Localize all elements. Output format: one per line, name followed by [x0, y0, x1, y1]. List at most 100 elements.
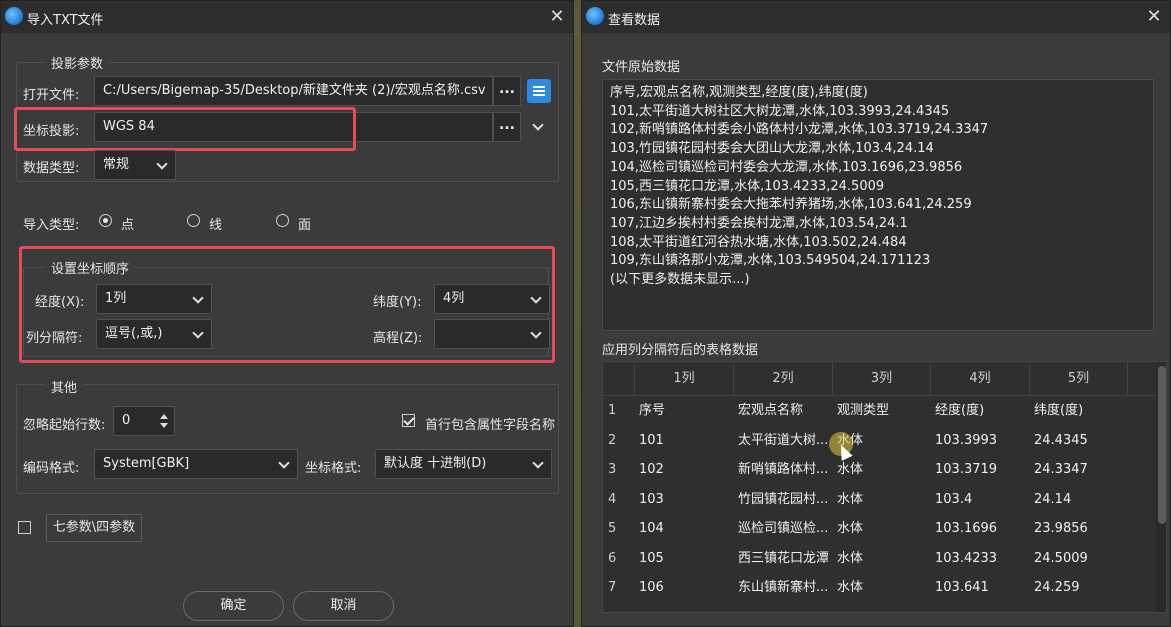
- table-column-header[interactable]: 3列: [833, 362, 931, 396]
- table-cell[interactable]: 103.3719: [931, 455, 1030, 484]
- raw-data-textbox[interactable]: 序号,宏观点名称,观测类型,经度(度),纬度(度) 101,太平街道大树社区大树龙…: [602, 79, 1154, 331]
- import-dialog-title: 导入TXT文件: [27, 13, 104, 28]
- table-cell[interactable]: 103.3993: [931, 426, 1030, 455]
- table-cell[interactable]: 24.4345: [1030, 426, 1128, 455]
- table-cell[interactable]: 24.3347: [1030, 455, 1128, 484]
- import-type-line-radio[interactable]: [187, 214, 200, 227]
- table-cell[interactable]: 东山镇新寨村...: [734, 573, 833, 602]
- raw-data-line: 102,新哨镇路体村委会小路体村小龙潭,水体,103.3719,24.3347: [610, 122, 989, 138]
- header-row-label: 首行包含属性字段名称: [425, 418, 556, 433]
- table-cell[interactable]: 103.4: [931, 485, 1030, 514]
- table-cell[interactable]: 纬度(度): [1030, 396, 1128, 425]
- table-cell[interactable]: 巡检司镇巡检...: [734, 514, 833, 543]
- separator-select[interactable]: 逗号(,或,): [96, 319, 212, 349]
- table-cell[interactable]: 104: [635, 514, 734, 543]
- close-icon[interactable]: ✕: [1144, 7, 1164, 27]
- raw-data-line: 105,西三镇花口龙潭,水体,103.4233,24.5009: [610, 178, 885, 194]
- raw-data-line: 101,太平街道大树社区大树龙潭,水体,103.3993,24.4345: [610, 103, 950, 119]
- table-scrollbar-thumb[interactable]: [1158, 366, 1166, 524]
- table-cell[interactable]: 103.4233: [931, 544, 1030, 573]
- table-cell[interactable]: 宏观点名称: [734, 396, 833, 425]
- spin-up-icon[interactable]: [160, 414, 168, 419]
- table-row-number[interactable]: 3: [603, 455, 635, 484]
- skip-rows-value: 0: [122, 413, 131, 428]
- table-row-number[interactable]: 7: [603, 573, 635, 602]
- app-logo-icon: [5, 7, 23, 25]
- ok-button[interactable]: 确定: [183, 591, 284, 621]
- table-cell[interactable]: 103.641: [931, 573, 1030, 602]
- table-cell[interactable]: 101: [635, 426, 734, 455]
- table-cell[interactable]: 105: [635, 544, 734, 573]
- table-cell[interactable]: 经度(度): [931, 396, 1030, 425]
- table-row-number[interactable]: 4: [603, 485, 635, 514]
- table-cell[interactable]: 水体: [833, 573, 931, 602]
- table-cell[interactable]: 竹园镇花园村...: [734, 485, 833, 514]
- view-data-title: 查看数据: [608, 13, 661, 28]
- elevation-label: 高程(Z):: [373, 331, 423, 346]
- raw-data-line: 108,太平街道红河谷热水塘,水体,103.502,24.484: [610, 234, 907, 250]
- header-row-checkbox[interactable]: [402, 414, 415, 427]
- data-type-label: 数据类型:: [23, 161, 80, 176]
- table-row-number[interactable]: 6: [603, 544, 635, 573]
- coord-format-select[interactable]: 默认度 十进制(D): [375, 449, 552, 479]
- table-column-header[interactable]: 1列: [635, 362, 734, 396]
- table-row-number[interactable]: 5: [603, 514, 635, 543]
- seven-param-button[interactable]: 七参数\四参数: [46, 514, 142, 542]
- document-icon[interactable]: [527, 79, 551, 103]
- table-cell[interactable]: 106: [635, 573, 734, 602]
- coord-proj-browse-button[interactable]: ...: [493, 112, 521, 142]
- table-cell[interactable]: 太平街道大树...: [734, 426, 833, 455]
- table-cell[interactable]: 24.14: [1030, 485, 1128, 514]
- close-icon[interactable]: ✕: [547, 7, 567, 27]
- encoding-select[interactable]: System[GBK]: [94, 449, 298, 479]
- raw-data-line: 107,江边乡挨村村委会挨村龙潭,水体,103.54,24.1: [610, 215, 908, 231]
- skip-rows-spinbox[interactable]: 0: [113, 406, 175, 436]
- app-logo-icon: [586, 7, 604, 25]
- view-data-titlebar[interactable]: 查看数据 ✕: [582, 1, 1170, 33]
- table-cell[interactable]: 水体: [833, 485, 931, 514]
- table-column-header[interactable]: 4列: [931, 362, 1030, 396]
- raw-data-line: 104,巡检司镇巡检司村委会大龙潭,水体,103.1696,23.9856: [610, 159, 963, 175]
- import-type-label: 导入类型:: [23, 218, 80, 233]
- table-row-number[interactable]: 2: [603, 426, 635, 455]
- table-column-header[interactable]: 5列: [1030, 362, 1128, 396]
- table-cell[interactable]: 西三镇花口龙潭: [734, 544, 833, 573]
- table-cell[interactable]: 24.5009: [1030, 544, 1128, 573]
- spin-down-icon[interactable]: [160, 423, 168, 428]
- projection-group-title: 投影参数: [45, 53, 110, 72]
- table-row-number[interactable]: 1: [603, 396, 635, 425]
- table-cell[interactable]: 102: [635, 455, 734, 484]
- table-cell[interactable]: 24.259: [1030, 573, 1128, 602]
- raw-data-line: 106,东山镇新寨村委会大拖苯村养猪场,水体,103.641,24.259: [610, 197, 972, 213]
- import-type-area-radio[interactable]: [276, 214, 289, 227]
- import-txt-dialog: 导入TXT文件 ✕ 投影参数 打开文件: C:/Users/Bigemap-35…: [0, 0, 574, 627]
- open-file-label: 打开文件:: [23, 88, 80, 103]
- raw-data-title: 文件原始数据: [602, 60, 681, 75]
- encoding-label: 编码格式:: [23, 461, 80, 476]
- table-cell[interactable]: 103.1696: [931, 514, 1030, 543]
- table-cell[interactable]: 新哨镇路体村...: [734, 455, 833, 484]
- lon-column-select[interactable]: 1列: [96, 284, 212, 314]
- elevation-column-select[interactable]: [434, 319, 550, 349]
- table-header-filler: [1128, 362, 1158, 396]
- import-type-point-radio[interactable]: [99, 214, 112, 227]
- table-data-title: 应用列分隔符后的表格数据: [602, 343, 759, 358]
- table-cell[interactable]: 序号: [635, 396, 734, 425]
- table-cell[interactable]: 水体: [833, 455, 931, 484]
- table-cell[interactable]: 水体: [833, 514, 931, 543]
- table-column-header[interactable]: 2列: [734, 362, 833, 396]
- import-dialog-titlebar[interactable]: 导入TXT文件 ✕: [1, 1, 573, 33]
- table-cell[interactable]: 水体: [833, 544, 931, 573]
- table-cell[interactable]: 观测类型: [833, 396, 931, 425]
- table-cell[interactable]: 23.9856: [1030, 514, 1128, 543]
- seven-param-checkbox[interactable]: [18, 521, 31, 534]
- lat-column-select[interactable]: 4列: [434, 284, 550, 314]
- table-cell[interactable]: 103: [635, 485, 734, 514]
- data-type-select[interactable]: 常规: [94, 150, 176, 180]
- table-data-grid[interactable]: 1列 2列 3列 4列 5列 1 序号 宏观点名称 观测类型 经度(度) 纬度(度) 2 101 太平街道…: [602, 361, 1167, 613]
- open-file-browse-button[interactable]: ...: [493, 76, 521, 106]
- open-file-input[interactable]: C:/Users/Bigemap-35/Desktop/新建文件夹 (2)/宏观…: [94, 76, 493, 106]
- import-type-point-label: 点: [121, 218, 135, 233]
- cancel-button[interactable]: 取消: [293, 591, 394, 621]
- table-corner-cell[interactable]: [603, 362, 635, 396]
